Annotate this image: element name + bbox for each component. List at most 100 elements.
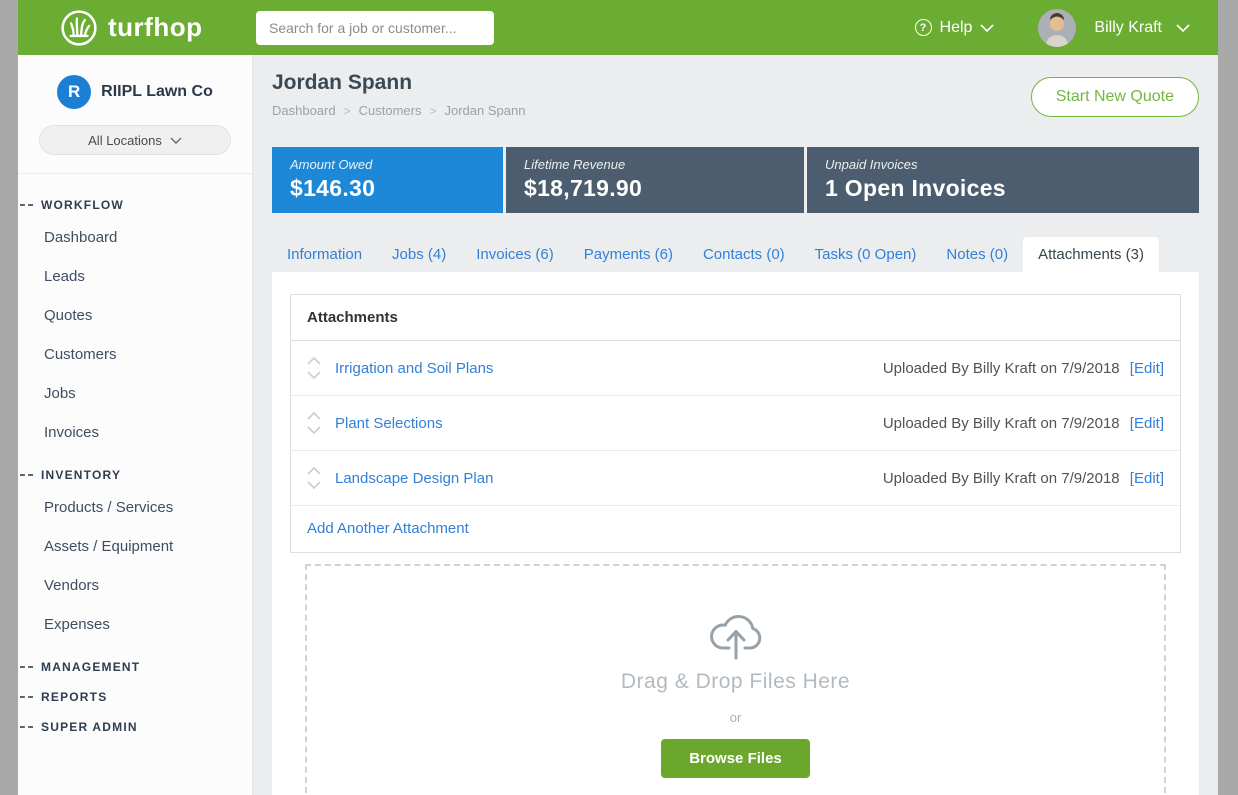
sidebar-section-header: SUPER ADMIN bbox=[18, 720, 252, 734]
breadcrumb-item[interactable]: Dashboard bbox=[272, 103, 336, 118]
tab-attachments-3[interactable]: Attachments (3) bbox=[1023, 237, 1159, 272]
help-label: Help bbox=[940, 19, 973, 37]
attachments-panel: Attachments Irrigation and Soil Plans Upl… bbox=[290, 294, 1181, 553]
stat-value: 1 Open Invoices bbox=[825, 175, 1181, 202]
tab-bar: InformationJobs (4)Invoices (6)Payments … bbox=[272, 237, 1199, 272]
stat-label: Unpaid Invoices bbox=[825, 157, 1181, 172]
window-edge-left bbox=[0, 0, 18, 795]
app-window: turfhop ? Help Billy Kraft bbox=[18, 0, 1218, 795]
page-title: Jordan Spann bbox=[272, 71, 525, 95]
attachment-edit-link[interactable]: [Edit] bbox=[1126, 470, 1164, 487]
chevron-down-icon bbox=[170, 137, 182, 144]
sidebar-section-label: REPORTS bbox=[41, 690, 107, 704]
add-another-attachment-link[interactable]: Add Another Attachment bbox=[307, 520, 469, 537]
company-name: RIIPL Lawn Co bbox=[101, 83, 213, 101]
move-up-icon[interactable] bbox=[307, 412, 321, 420]
sidebar-item-expenses[interactable]: Expenses bbox=[18, 605, 252, 644]
company-header: R RIIPL Lawn Co All Locations bbox=[18, 55, 252, 174]
tab-notes-0[interactable]: Notes (0) bbox=[931, 237, 1023, 272]
page-header: Jordan Spann Dashboard>Customers>Jordan … bbox=[272, 55, 1199, 147]
sidebar-item-customers[interactable]: Customers bbox=[18, 335, 252, 374]
help-icon: ? bbox=[915, 19, 932, 36]
tab-information[interactable]: Information bbox=[272, 237, 377, 272]
section-dash-icon bbox=[20, 726, 33, 728]
sidebar-item-leads[interactable]: Leads bbox=[18, 257, 252, 296]
sidebar-section-label: SUPER ADMIN bbox=[41, 720, 138, 734]
section-dash-icon bbox=[20, 204, 33, 206]
attachment-meta: Uploaded By Billy Kraft on 7/9/2018 [Edi… bbox=[883, 360, 1164, 377]
stat-box: Lifetime Revenue $18,719.90 bbox=[506, 147, 804, 213]
brand-logo[interactable]: turfhop bbox=[18, 9, 253, 47]
user-name: Billy Kraft bbox=[1094, 19, 1162, 37]
attachment-edit-link[interactable]: [Edit] bbox=[1126, 415, 1164, 432]
move-up-icon[interactable] bbox=[307, 357, 321, 365]
move-down-icon[interactable] bbox=[307, 426, 321, 434]
tab-tasks-0-open[interactable]: Tasks (0 Open) bbox=[800, 237, 932, 272]
main-content: Jordan Spann Dashboard>Customers>Jordan … bbox=[253, 55, 1218, 795]
top-navbar: turfhop ? Help Billy Kraft bbox=[18, 0, 1218, 55]
search-input[interactable] bbox=[256, 11, 494, 45]
file-dropzone[interactable]: Drag & Drop Files Here or Browse Files bbox=[305, 564, 1166, 795]
tab-contacts-0[interactable]: Contacts (0) bbox=[688, 237, 800, 272]
sidebar-item-assets-equipment[interactable]: Assets / Equipment bbox=[18, 527, 252, 566]
attachment-meta: Uploaded By Billy Kraft on 7/9/2018 [Edi… bbox=[883, 415, 1164, 432]
attachment-row: Landscape Design PlanUploaded By Billy K… bbox=[291, 451, 1180, 506]
move-down-icon[interactable] bbox=[307, 371, 321, 379]
sidebar-item-dashboard[interactable]: Dashboard bbox=[18, 218, 252, 257]
stat-label: Lifetime Revenue bbox=[524, 157, 786, 172]
attachment-edit-link[interactable]: [Edit] bbox=[1126, 360, 1164, 377]
sidebar-section-label: MANAGEMENT bbox=[41, 660, 140, 674]
avatar[interactable] bbox=[1038, 9, 1076, 47]
sidebar-item-products-services[interactable]: Products / Services bbox=[18, 488, 252, 527]
tab-content-card: Attachments Irrigation and Soil Plans Upl… bbox=[272, 272, 1199, 795]
sidebar-section-header: MANAGEMENT bbox=[18, 660, 252, 674]
sidebar-item-invoices[interactable]: Invoices bbox=[18, 413, 252, 452]
move-up-icon[interactable] bbox=[307, 467, 321, 475]
sidebar-item-jobs[interactable]: Jobs bbox=[18, 374, 252, 413]
section-dash-icon bbox=[20, 474, 33, 476]
breadcrumb-item[interactable]: Jordan Spann bbox=[445, 103, 526, 118]
stat-value: $146.30 bbox=[290, 175, 485, 202]
section-dash-icon bbox=[20, 696, 33, 698]
sidebar-item-quotes[interactable]: Quotes bbox=[18, 296, 252, 335]
cloud-upload-icon bbox=[703, 608, 769, 660]
help-menu[interactable]: ? Help bbox=[915, 19, 995, 37]
stat-value: $18,719.90 bbox=[524, 175, 786, 202]
locations-label: All Locations bbox=[88, 133, 162, 148]
reorder-handle[interactable] bbox=[307, 467, 321, 489]
attachment-row: Plant Selections Uploaded By Billy Kraft … bbox=[291, 396, 1180, 451]
stat-box: Amount Owed $146.30 bbox=[272, 147, 503, 213]
reorder-handle[interactable] bbox=[307, 412, 321, 434]
dropzone-or-label: or bbox=[730, 710, 742, 725]
sidebar-section-label: WORKFLOW bbox=[41, 198, 124, 212]
stat-label: Amount Owed bbox=[290, 157, 485, 172]
breadcrumb-item[interactable]: Customers bbox=[359, 103, 422, 118]
stat-box: Unpaid Invoices 1 Open Invoices bbox=[807, 147, 1199, 213]
sidebar-section-header: REPORTS bbox=[18, 690, 252, 704]
window-edge-right bbox=[1218, 0, 1238, 795]
attachment-name-link[interactable]: Landscape Design Plan bbox=[335, 470, 493, 487]
attachment-name-link[interactable]: Plant Selections bbox=[335, 415, 443, 432]
user-menu-chevron-icon[interactable] bbox=[1176, 24, 1190, 32]
section-dash-icon bbox=[20, 666, 33, 668]
start-new-quote-button[interactable]: Start New Quote bbox=[1031, 77, 1199, 117]
browse-files-button[interactable]: Browse Files bbox=[661, 739, 810, 778]
tab-jobs-4[interactable]: Jobs (4) bbox=[377, 237, 461, 272]
reorder-handle[interactable] bbox=[307, 357, 321, 379]
tab-invoices-6[interactable]: Invoices (6) bbox=[461, 237, 569, 272]
chevron-down-icon bbox=[980, 24, 994, 32]
attachment-name-link[interactable]: Irrigation and Soil Plans bbox=[335, 360, 493, 377]
stats-bar: Amount Owed $146.30 Lifetime Revenue $18,71… bbox=[272, 147, 1199, 213]
sidebar-item-vendors[interactable]: Vendors bbox=[18, 566, 252, 605]
attachment-row: Irrigation and Soil Plans Uploaded By Bil… bbox=[291, 341, 1180, 396]
locations-dropdown[interactable]: All Locations bbox=[39, 125, 231, 155]
turfhop-grass-icon bbox=[60, 9, 98, 47]
global-search bbox=[256, 11, 494, 45]
sidebar-section-header: WORKFLOW bbox=[18, 198, 252, 212]
attachments-panel-title: Attachments bbox=[291, 295, 1180, 341]
move-down-icon[interactable] bbox=[307, 481, 321, 489]
logo-wordmark: turfhop bbox=[108, 12, 202, 43]
avatar-photo bbox=[1038, 9, 1076, 47]
tab-payments-6[interactable]: Payments (6) bbox=[569, 237, 688, 272]
topbar-right: ? Help Billy Kraft bbox=[915, 9, 1218, 47]
